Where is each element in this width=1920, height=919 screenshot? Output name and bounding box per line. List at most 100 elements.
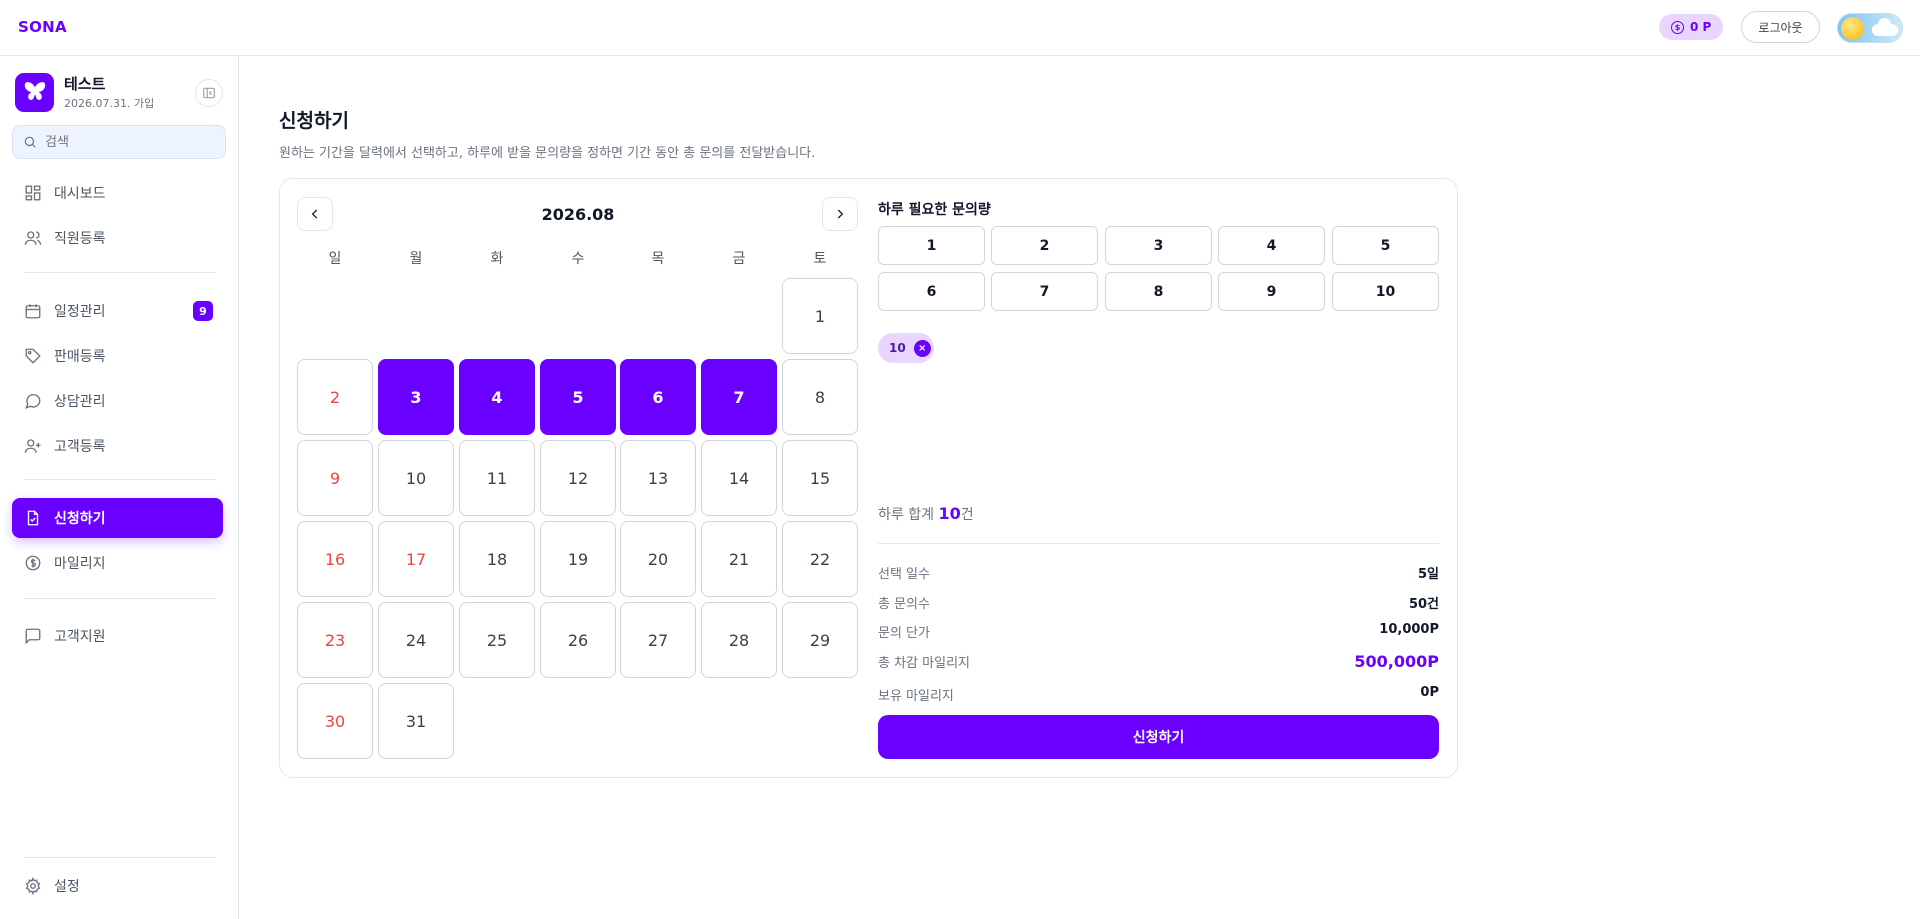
- calendar-day[interactable]: 1: [782, 278, 858, 354]
- quantity-option-button[interactable]: 1: [878, 226, 985, 265]
- sidebar-item-apply[interactable]: 신청하기: [12, 498, 223, 538]
- points-badge[interactable]: $ 0 P: [1659, 14, 1724, 40]
- prev-month-button[interactable]: [297, 197, 333, 231]
- quantity-option-button[interactable]: 8: [1105, 272, 1212, 311]
- weekday-header: 화: [490, 251, 504, 267]
- brand-logo[interactable]: SONA: [18, 18, 67, 36]
- quantity-option-button[interactable]: 9: [1218, 272, 1325, 311]
- schedule-count-badge: 9: [193, 301, 213, 321]
- quantity-option-button[interactable]: 3: [1105, 226, 1212, 265]
- sidebar-item-staff[interactable]: 직원등록: [12, 218, 223, 258]
- calendar-day[interactable]: 3: [378, 359, 454, 435]
- calendar-day[interactable]: 15: [782, 440, 858, 516]
- calendar-month: 2026.08: [541, 205, 615, 224]
- sidebar-item-label: 고객지원: [54, 629, 106, 645]
- calendar-day[interactable]: 5: [540, 359, 616, 435]
- avatar: [15, 73, 54, 112]
- selected-quantity-chip: 10 ×: [878, 333, 934, 363]
- sidebar-item-label: 마일리지: [54, 556, 106, 572]
- tag-icon: [25, 348, 41, 364]
- chevron-right-icon: [837, 209, 844, 219]
- profile-joined-date: 2026.07.31. 가입: [64, 97, 155, 110]
- butterfly-icon: [24, 81, 45, 100]
- calendar-day[interactable]: 24: [378, 602, 454, 678]
- calendar-day[interactable]: 4: [459, 359, 535, 435]
- sidebar-collapse-icon: [203, 87, 215, 99]
- sidebar-item-label: 일정관리: [54, 304, 106, 320]
- quantity-option-button[interactable]: 4: [1218, 226, 1325, 265]
- sidebar-item-label: 대시보드: [54, 186, 106, 202]
- daily-total-value: 10: [938, 504, 961, 523]
- application-card: [279, 178, 1458, 778]
- calendar-day[interactable]: 9: [297, 440, 373, 516]
- theme-toggle[interactable]: [1837, 13, 1903, 43]
- search-field[interactable]: [12, 125, 226, 159]
- sidebar-item-sales[interactable]: 판매등록: [12, 336, 223, 376]
- chevron-left-icon: [311, 209, 318, 219]
- sidebar-collapse-button[interactable]: [195, 79, 223, 107]
- calendar-day[interactable]: 23: [297, 602, 373, 678]
- calendar-day[interactable]: 2: [297, 359, 373, 435]
- calendar-day[interactable]: 14: [701, 440, 777, 516]
- calendar-day[interactable]: 29: [782, 602, 858, 678]
- document-check-icon: [27, 510, 39, 526]
- sidebar-item-dashboard[interactable]: 대시보드: [12, 173, 223, 213]
- calendar-day[interactable]: 19: [540, 521, 616, 597]
- quantity-option-button[interactable]: 2: [991, 226, 1098, 265]
- quantity-option-button[interactable]: 10: [1332, 272, 1439, 311]
- calendar-day[interactable]: 31: [378, 683, 454, 759]
- points-value: 0 P: [1690, 20, 1712, 34]
- coin-icon: $: [1671, 20, 1684, 34]
- weekday-header: 월: [409, 251, 423, 267]
- summary-value: 50건: [1408, 597, 1439, 612]
- calendar-day[interactable]: 21: [701, 521, 777, 597]
- calendar-day[interactable]: 27: [620, 602, 696, 678]
- sidebar-item-mileage[interactable]: 마일리지: [12, 543, 223, 583]
- sidebar-item-consult[interactable]: 상담관리: [12, 381, 223, 421]
- calendar-day[interactable]: 25: [459, 602, 535, 678]
- calendar-day[interactable]: 28: [701, 602, 777, 678]
- calendar-day[interactable]: 13: [620, 440, 696, 516]
- calendar-day[interactable]: 8: [782, 359, 858, 435]
- submit-button[interactable]: 신청하기: [878, 715, 1439, 759]
- calendar-day[interactable]: 10: [378, 440, 454, 516]
- weekday-header: 금: [732, 251, 746, 267]
- quantity-option-button[interactable]: 5: [1332, 226, 1439, 265]
- daily-total-label: 하루 합계: [878, 507, 934, 523]
- summary-label: 선택 일수: [878, 567, 930, 582]
- top-bar: SONA $ 0 P 로그아웃: [0, 0, 1920, 56]
- chip-label: 10: [889, 341, 906, 355]
- search-icon: [24, 136, 36, 148]
- daily-total: 하루 합계 10건: [878, 504, 974, 524]
- search-input[interactable]: [45, 134, 205, 150]
- sidebar-item-label: 설정: [54, 879, 80, 895]
- calendar-day[interactable]: 18: [459, 521, 535, 597]
- summary-value: 0P: [1420, 685, 1439, 700]
- dashboard-icon: [25, 185, 41, 201]
- calendar-day[interactable]: 22: [782, 521, 858, 597]
- calendar-day[interactable]: 7: [701, 359, 777, 435]
- chat-bubble-icon: [25, 394, 41, 409]
- calendar-day[interactable]: 12: [540, 440, 616, 516]
- quantity-option-button[interactable]: 6: [878, 272, 985, 311]
- profile-card: 테스트 2026.07.31. 가입: [15, 71, 225, 116]
- sidebar-item-customer[interactable]: 고객등록: [12, 426, 223, 466]
- summary-label: 문의 단가: [878, 626, 930, 641]
- calendar-day[interactable]: 30: [297, 683, 373, 759]
- calendar-day[interactable]: 6: [620, 359, 696, 435]
- next-month-button[interactable]: [822, 197, 858, 231]
- quantity-option-button[interactable]: 7: [991, 272, 1098, 311]
- summary-value: 5일: [1417, 567, 1439, 582]
- calendar-day[interactable]: 26: [540, 602, 616, 678]
- calendar-day[interactable]: 17: [378, 521, 454, 597]
- calendar-day[interactable]: 20: [620, 521, 696, 597]
- calendar-day[interactable]: 11: [459, 440, 535, 516]
- sidebar-item-schedule[interactable]: 일정관리 9: [12, 291, 223, 331]
- logout-button[interactable]: 로그아웃: [1741, 11, 1820, 43]
- sidebar-item-settings[interactable]: 설정: [12, 866, 223, 906]
- daily-total-unit: 건: [960, 507, 974, 523]
- calendar-day[interactable]: 16: [297, 521, 373, 597]
- gear-icon: [25, 877, 41, 895]
- close-icon[interactable]: ×: [913, 339, 931, 357]
- sidebar-item-support[interactable]: 고객지원: [12, 616, 223, 656]
